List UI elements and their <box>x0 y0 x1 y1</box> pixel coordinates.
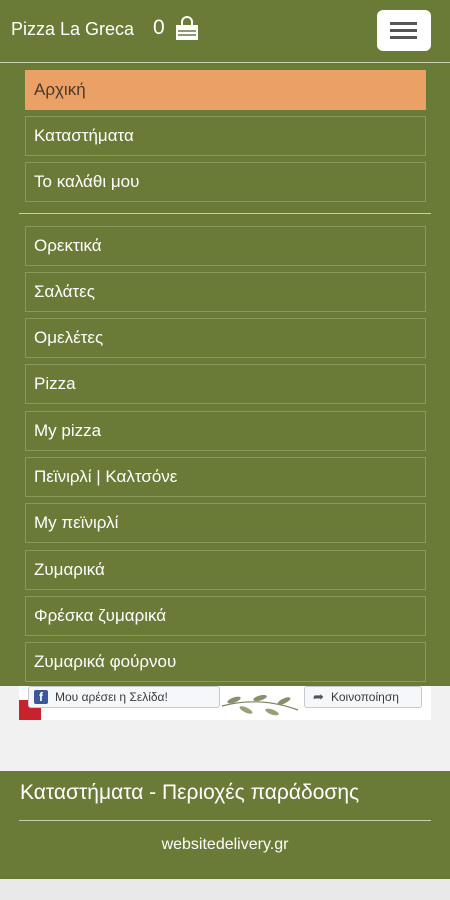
bottom-bar <box>0 879 450 900</box>
menu-toggle-button[interactable] <box>377 10 431 51</box>
nav-item-stores[interactable]: Καταστήματα <box>25 116 426 156</box>
category-fresh-pasta[interactable]: Φρέσκα ζυμαρικά <box>25 596 426 636</box>
brand-title[interactable]: Pizza La Greca <box>11 19 134 40</box>
footer-divider <box>19 820 431 821</box>
hamburger-line <box>390 29 417 32</box>
hamburger-line <box>390 22 417 25</box>
category-my-peinirli[interactable]: My πεϊνιρλί <box>25 503 426 543</box>
category-appetizers[interactable]: Ορεκτικά <box>25 226 426 266</box>
category-omelettes[interactable]: Ομελέτες <box>25 318 426 358</box>
category-peinirli-calzone[interactable]: Πεϊνιρλί | Καλτσόνε <box>25 457 426 497</box>
like-label: Μου αρέσει η Σελίδα! <box>55 690 168 704</box>
facebook-icon: f <box>34 690 48 704</box>
category-my-pizza[interactable]: My pizza <box>25 411 426 451</box>
cart-count[interactable]: 0 <box>153 16 165 40</box>
top-navbar: Pizza La Greca 0 <box>0 0 450 62</box>
category-pizza[interactable]: Pizza <box>25 364 426 404</box>
share-label: Κοινοποίηση <box>331 690 399 704</box>
footer-title[interactable]: Καταστήματα - Περιοχές παράδοσης <box>20 781 359 805</box>
menu-divider <box>19 213 431 214</box>
share-arrow-icon: ➦ <box>313 689 324 704</box>
facebook-share-button[interactable]: ➦ Κοινοποίηση <box>304 686 422 708</box>
shopping-bag-icon[interactable] <box>174 16 200 42</box>
category-baked-pasta[interactable]: Ζυμαρικά φούρνου <box>25 642 426 682</box>
olive-branch-icon <box>221 694 299 716</box>
category-salads[interactable]: Σαλάτες <box>25 272 426 312</box>
nav-item-home[interactable]: Αρχική <box>25 70 426 110</box>
category-pasta[interactable]: Ζυμαρικά <box>25 550 426 590</box>
nav-item-cart[interactable]: Το καλάθι μου <box>25 162 426 202</box>
footer-link[interactable]: websitedelivery.gr <box>0 836 450 854</box>
hamburger-line <box>390 36 417 39</box>
facebook-like-button[interactable]: f Μου αρέσει η Σελίδα! <box>28 686 220 708</box>
